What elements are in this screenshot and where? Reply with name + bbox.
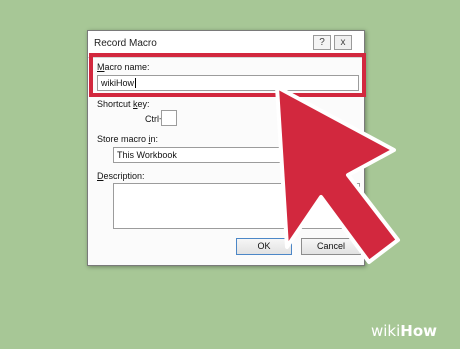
pointer-arrow-icon — [275, 85, 400, 264]
wikihow-watermark: wikiHow — [371, 322, 438, 340]
